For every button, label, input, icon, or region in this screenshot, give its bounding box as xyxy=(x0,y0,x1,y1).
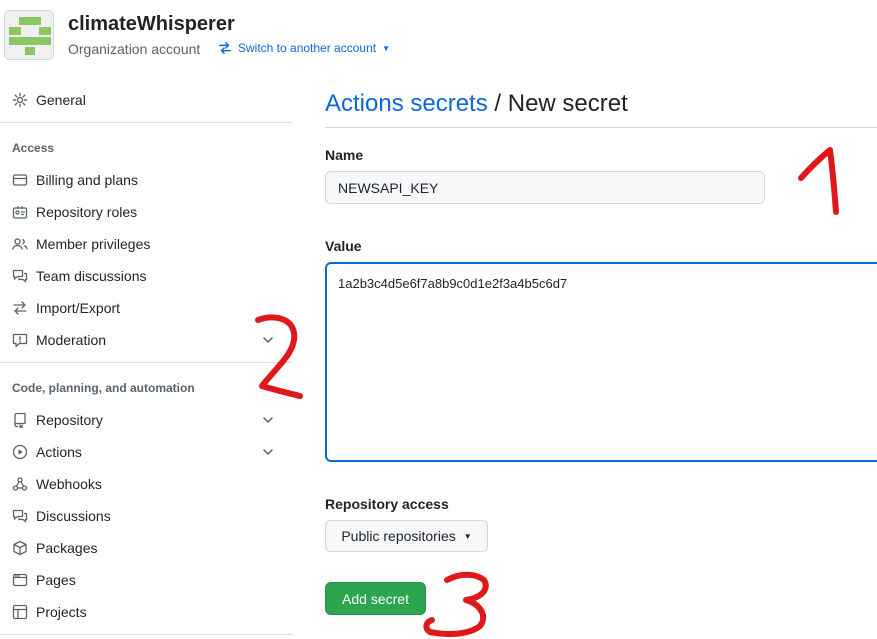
sidebar-divider xyxy=(0,362,293,363)
chevron-down-icon[interactable] xyxy=(260,332,276,351)
sidebar-item-label: Webhooks xyxy=(36,476,102,492)
breadcrumb-current: New secret xyxy=(507,90,628,117)
people-icon xyxy=(12,236,28,252)
sidebar-item-label: General xyxy=(36,92,86,108)
sidebar-item-label: Pages xyxy=(36,572,76,588)
comment-discussion-icon xyxy=(12,508,28,524)
sidebar-item-label: Repository roles xyxy=(36,204,138,220)
sidebar-item-team-discussions[interactable]: Team discussions xyxy=(12,264,282,288)
browser-icon xyxy=(12,572,28,588)
sidebar-divider xyxy=(0,122,293,123)
sidebar-item-label: Team discussions xyxy=(36,268,147,284)
breadcrumb-actions-secrets[interactable]: Actions secrets xyxy=(325,90,488,117)
report-icon xyxy=(12,332,28,348)
package-icon xyxy=(12,540,28,556)
repo-icon xyxy=(12,412,28,428)
sidebar-item-import-export[interactable]: Import/Export xyxy=(12,296,282,320)
annotation-mark-3 xyxy=(423,571,489,637)
sidebar-divider xyxy=(0,634,293,635)
annotation-mark-1 xyxy=(798,147,839,215)
comment-discussion-icon xyxy=(12,268,28,284)
sidebar-item-packages[interactable]: Packages xyxy=(12,536,282,560)
org-type-label: Organization account xyxy=(68,41,201,57)
sidebar-item-label: Packages xyxy=(36,540,98,556)
add-secret-button[interactable]: Add secret xyxy=(325,582,426,615)
switch-arrows-icon xyxy=(219,42,231,54)
sidebar-item-label: Actions xyxy=(36,444,82,460)
sidebar-item-label: Import/Export xyxy=(36,300,121,316)
chevron-down-icon[interactable] xyxy=(260,412,276,431)
sidebar-item-projects[interactable]: Projects xyxy=(12,600,282,624)
sidebar-item-member-privileges[interactable]: Member privileges xyxy=(12,232,282,256)
title-divider xyxy=(325,127,877,128)
sidebar-item-label: Moderation xyxy=(36,332,107,348)
switch-account-link[interactable]: Switch to another account ▼ xyxy=(218,41,390,55)
sidebar-section-code-planning: Code, planning, and automation xyxy=(12,381,195,395)
table-icon xyxy=(12,604,28,620)
repository-access-value: Public repositories xyxy=(341,528,456,544)
sidebar-item-webhooks[interactable]: Webhooks xyxy=(12,472,282,496)
value-label: Value xyxy=(325,238,362,254)
sidebar-item-repository[interactable]: Repository xyxy=(12,408,282,432)
sidebar-item-discussions[interactable]: Discussions xyxy=(12,504,282,528)
secret-name-input[interactable] xyxy=(325,171,765,204)
sidebar-item-moderation[interactable]: Moderation xyxy=(12,328,282,352)
gear-icon xyxy=(12,92,28,108)
sidebar-item-repository-roles[interactable]: Repository roles xyxy=(12,200,282,224)
secret-value-textarea[interactable]: 1a2b3c4d5e6f7a8b9c0d1e2f3a4b5c6d7 xyxy=(325,262,877,462)
name-label: Name xyxy=(325,147,364,163)
breadcrumb-separator: / xyxy=(487,90,508,117)
sidebar-item-billing[interactable]: Billing and plans xyxy=(12,168,282,192)
webhook-icon xyxy=(12,476,28,492)
page-title: Actions secrets / New secret xyxy=(325,90,628,118)
sidebar-section-access: Access xyxy=(12,141,55,155)
sidebar-item-label: Billing and plans xyxy=(36,172,138,188)
sidebar-item-label: Projects xyxy=(36,604,87,620)
sidebar-item-actions[interactable]: Actions xyxy=(12,440,282,464)
repository-access-select[interactable]: Public repositories ▼ xyxy=(325,520,488,552)
repository-access-label: Repository access xyxy=(325,496,449,512)
id-badge-icon xyxy=(12,204,28,220)
org-name[interactable]: climateWhisperer xyxy=(68,13,235,36)
identicon xyxy=(5,11,53,59)
sidebar-item-general[interactable]: General xyxy=(12,88,282,112)
play-icon xyxy=(12,444,28,460)
caret-down-icon: ▼ xyxy=(463,531,472,541)
switch-account-label: Switch to another account xyxy=(238,41,377,55)
caret-down-icon: ▼ xyxy=(382,43,391,53)
chevron-down-icon[interactable] xyxy=(260,444,276,463)
sidebar-item-label: Discussions xyxy=(36,508,111,524)
org-avatar[interactable] xyxy=(4,10,54,60)
sidebar-item-label: Member privileges xyxy=(36,236,151,252)
arrow-switch-icon xyxy=(12,300,28,316)
sidebar-item-label: Repository xyxy=(36,412,103,428)
sidebar-item-pages[interactable]: Pages xyxy=(12,568,282,592)
credit-card-icon xyxy=(12,172,28,188)
